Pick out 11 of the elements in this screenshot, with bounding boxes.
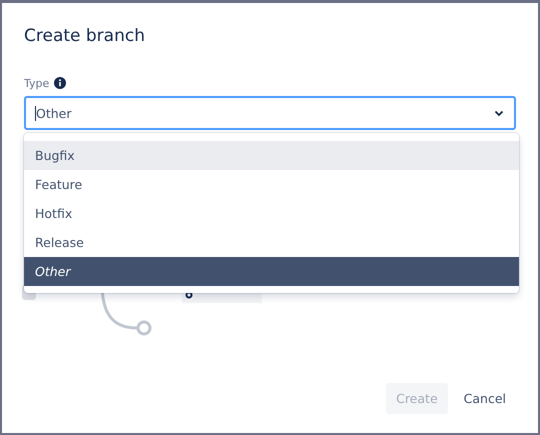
cancel-button[interactable]: Cancel [454,383,516,414]
info-icon[interactable] [54,77,66,89]
dropdown-option[interactable]: Feature [24,170,519,199]
dropdown-option[interactable]: Hotfix [24,199,519,228]
dialog-title: Create branch [24,25,146,48]
dropdown-option[interactable]: Release [24,228,519,257]
chevron-down-icon [494,110,504,116]
type-select[interactable]: Other [24,96,516,130]
dropdown-option[interactable]: Bugfix [24,141,519,170]
dropdown-option[interactable]: Other [24,257,519,286]
field-label: Type [24,76,50,90]
